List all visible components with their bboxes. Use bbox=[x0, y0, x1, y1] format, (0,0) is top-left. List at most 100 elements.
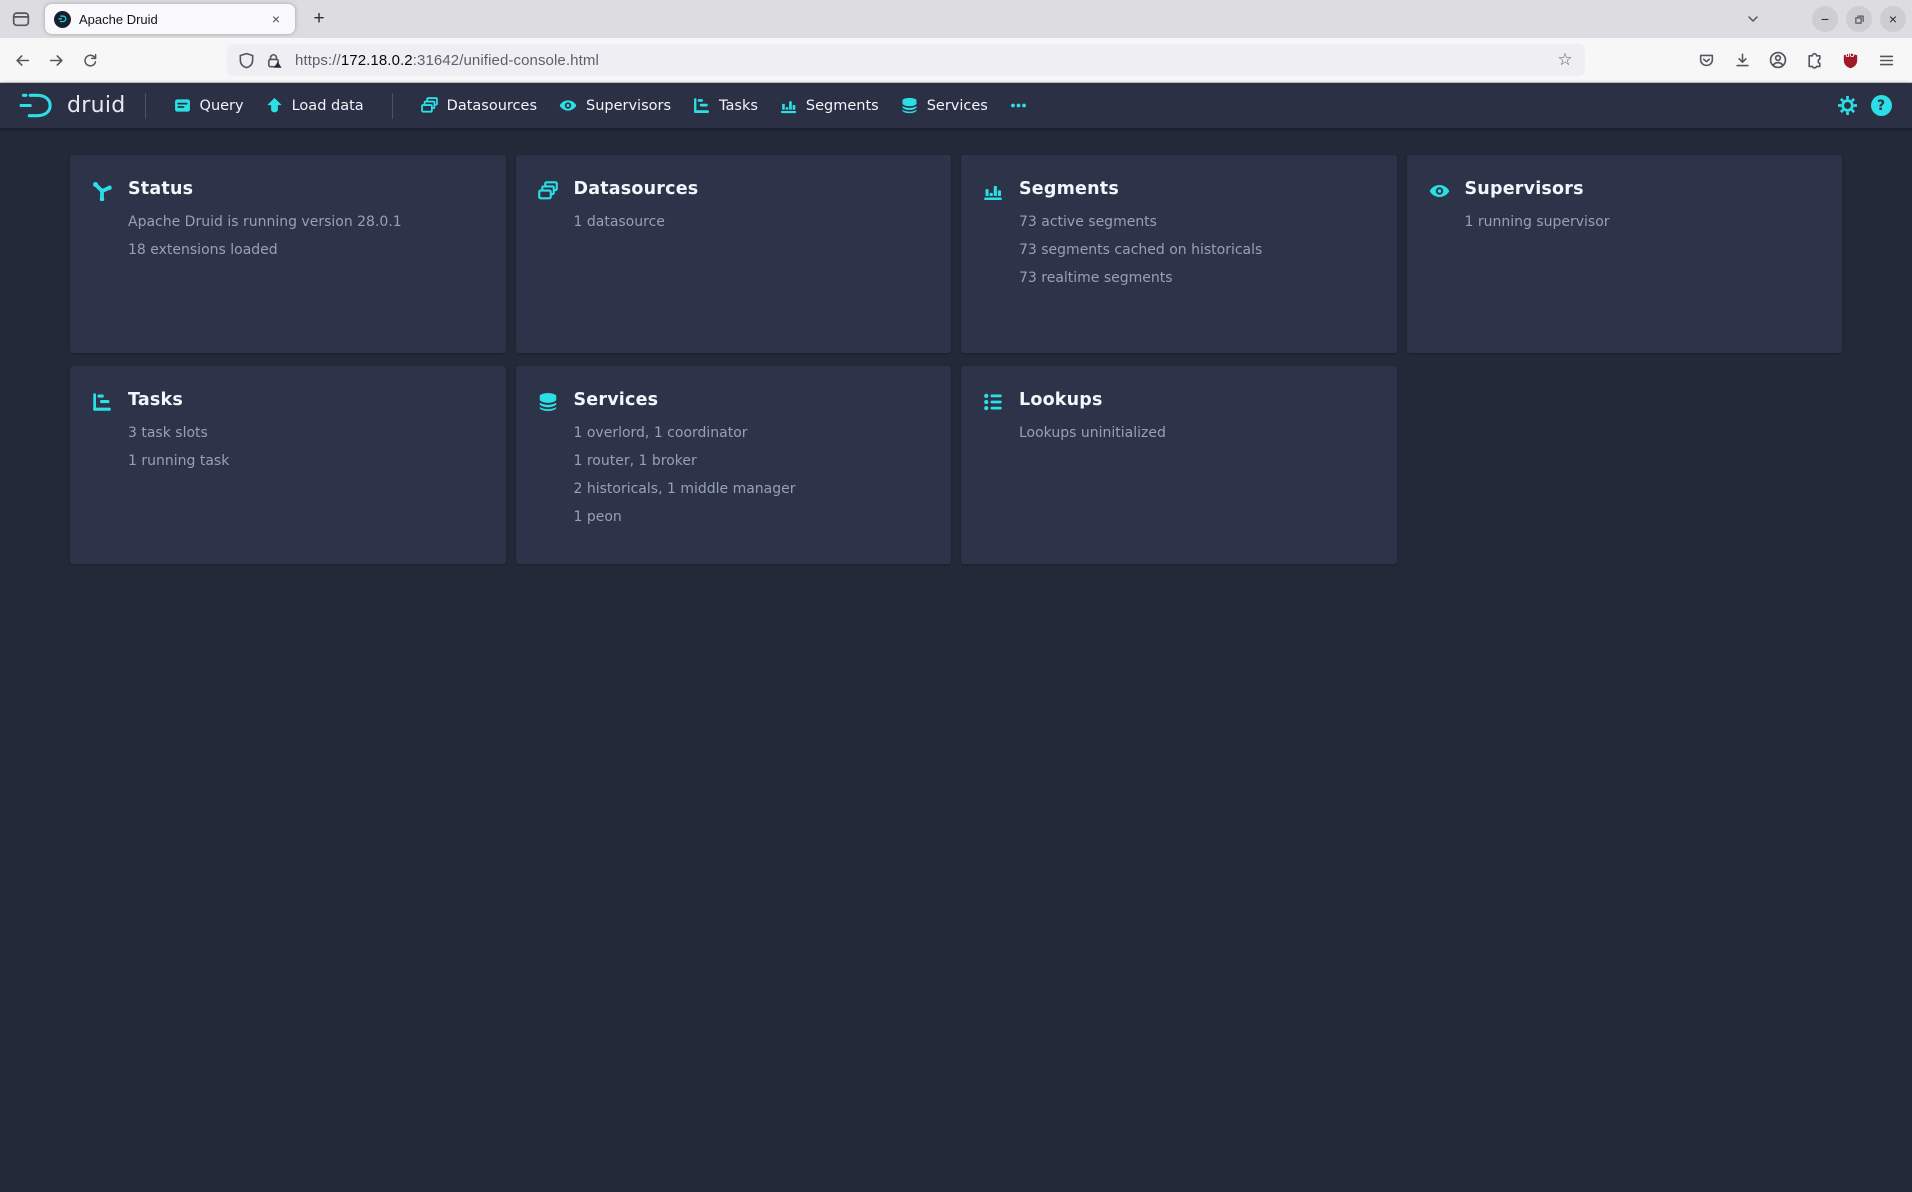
upload-arrow-icon bbox=[266, 97, 283, 114]
firefox-view-icon bbox=[12, 10, 30, 28]
lock-warning-icon[interactable] bbox=[260, 47, 287, 74]
card-content: Status Apache Druid is running version 2… bbox=[128, 179, 402, 329]
browser-toolbar: https://172.18.0.2:31642/unified-console… bbox=[0, 38, 1912, 83]
card-services[interactable]: Services 1 overlord, 1 coordinator 1 rou… bbox=[516, 366, 952, 564]
new-tab-button[interactable]: + bbox=[303, 3, 335, 35]
eye-icon bbox=[559, 97, 577, 114]
card-line: 1 datasource bbox=[574, 215, 699, 229]
nav-item-query[interactable]: Query bbox=[163, 83, 255, 128]
pocket-icon bbox=[1698, 52, 1715, 69]
settings-button[interactable] bbox=[1830, 89, 1864, 123]
card-line: 18 extensions loaded bbox=[128, 243, 402, 257]
nav-more-button[interactable] bbox=[999, 83, 1038, 128]
list-tabs-button[interactable] bbox=[1738, 4, 1768, 34]
menu-button[interactable] bbox=[1869, 43, 1903, 77]
card-line: 1 overlord, 1 coordinator bbox=[574, 426, 796, 440]
properties-list-icon bbox=[983, 392, 1003, 540]
card-title: Tasks bbox=[128, 390, 229, 410]
forward-icon bbox=[48, 52, 65, 69]
reload-button[interactable] bbox=[73, 43, 107, 77]
card-line: Apache Druid is running version 28.0.1 bbox=[128, 215, 402, 229]
pocket-button[interactable] bbox=[1689, 43, 1723, 77]
url-bar[interactable]: https://172.18.0.2:31642/unified-console… bbox=[227, 44, 1585, 76]
firefox-view-button[interactable] bbox=[6, 4, 36, 34]
download-icon bbox=[1734, 52, 1751, 69]
multi-select-icon bbox=[421, 97, 438, 114]
nav-item-services[interactable]: Services bbox=[890, 83, 999, 128]
nav-item-label: Datasources bbox=[447, 98, 537, 114]
gantt-chart-icon bbox=[92, 392, 112, 540]
window-close-button[interactable]: × bbox=[1880, 6, 1906, 32]
card-line: 73 active segments bbox=[1019, 215, 1262, 229]
card-datasources[interactable]: Datasources 1 datasource bbox=[516, 155, 952, 353]
extensions-puzzle-icon bbox=[1806, 52, 1823, 69]
druid-logo-icon bbox=[16, 89, 60, 122]
nav-item-load-data[interactable]: Load data bbox=[255, 83, 375, 128]
druid-navbar: druid Query Load data bbox=[0, 83, 1912, 128]
grouped-bar-chart-icon bbox=[983, 181, 1003, 329]
card-content: Tasks 3 task slots 1 running task bbox=[128, 390, 229, 540]
bookmark-star-icon[interactable]: ☆ bbox=[1551, 46, 1579, 74]
forward-button[interactable] bbox=[39, 43, 73, 77]
card-line: 73 segments cached on historicals bbox=[1019, 243, 1262, 257]
account-icon bbox=[1769, 51, 1787, 69]
back-icon bbox=[14, 52, 31, 69]
grouped-bar-chart-icon bbox=[780, 97, 797, 114]
druid-brand[interactable]: druid bbox=[14, 89, 128, 122]
back-button[interactable] bbox=[5, 43, 39, 77]
card-supervisors[interactable]: Supervisors 1 running supervisor bbox=[1407, 155, 1843, 353]
more-dots-icon bbox=[1010, 97, 1027, 114]
tab-title: Apache Druid bbox=[79, 12, 266, 27]
nav-item-label: Load data bbox=[292, 98, 364, 114]
window-close-icon: × bbox=[1889, 12, 1897, 26]
eye-icon bbox=[1429, 181, 1449, 329]
card-line: 1 running supervisor bbox=[1465, 215, 1610, 229]
card-title: Supervisors bbox=[1465, 179, 1610, 199]
url-domain: 172.18.0.2 bbox=[341, 52, 413, 69]
browser-tab-apache-druid[interactable]: Apache Druid × bbox=[45, 4, 295, 34]
nav-item-label: Services bbox=[927, 98, 988, 114]
nav-item-datasources[interactable]: Datasources bbox=[410, 83, 548, 128]
card-line: 1 running task bbox=[128, 454, 229, 468]
window-minimize-button[interactable]: − bbox=[1812, 6, 1838, 32]
nav-item-label: Tasks bbox=[719, 98, 758, 114]
account-button[interactable] bbox=[1761, 43, 1795, 77]
card-tasks[interactable]: Tasks 3 task slots 1 running task bbox=[70, 366, 506, 564]
card-segments[interactable]: Segments 73 active segments 73 segments … bbox=[961, 155, 1397, 353]
card-status[interactable]: Status Apache Druid is running version 2… bbox=[70, 155, 506, 353]
nav-item-tasks[interactable]: Tasks bbox=[682, 83, 769, 128]
downloads-button[interactable] bbox=[1725, 43, 1759, 77]
gantt-chart-icon bbox=[693, 97, 710, 114]
tab-close-icon[interactable]: × bbox=[266, 9, 286, 29]
card-title: Lookups bbox=[1019, 390, 1166, 410]
card-content: Segments 73 active segments 73 segments … bbox=[1019, 179, 1262, 329]
window-restore-button[interactable] bbox=[1846, 6, 1872, 32]
card-title: Status bbox=[128, 179, 402, 199]
druid-favicon bbox=[54, 11, 71, 28]
database-icon bbox=[901, 97, 918, 114]
card-content: Datasources 1 datasource bbox=[574, 179, 699, 329]
nav-item-segments[interactable]: Segments bbox=[769, 83, 890, 128]
card-line: 1 peon bbox=[574, 510, 796, 524]
tracking-protection-shield-icon[interactable] bbox=[233, 47, 260, 74]
card-title: Services bbox=[574, 390, 796, 410]
toolbar-right-cluster: uO bbox=[1687, 43, 1907, 77]
extensions-button[interactable] bbox=[1797, 43, 1831, 77]
multi-select-icon bbox=[538, 181, 558, 329]
database-icon bbox=[538, 392, 558, 540]
nav-item-supervisors[interactable]: Supervisors bbox=[548, 83, 682, 128]
card-title: Datasources bbox=[574, 179, 699, 199]
help-button[interactable]: ? bbox=[1864, 89, 1898, 123]
nav-item-label: Segments bbox=[806, 98, 879, 114]
navbar-divider bbox=[392, 93, 393, 119]
card-lookups[interactable]: Lookups Lookups uninitialized bbox=[961, 366, 1397, 564]
druid-wordmark: druid bbox=[67, 93, 126, 118]
ublock-origin-shield-icon bbox=[1842, 52, 1859, 69]
card-line: 1 router, 1 broker bbox=[574, 454, 796, 468]
druid-console: druid Query Load data bbox=[0, 83, 1912, 1192]
hamburger-menu-icon bbox=[1878, 52, 1895, 69]
console-icon bbox=[174, 97, 191, 114]
graph-icon bbox=[92, 181, 112, 329]
ublock-origin-button[interactable]: uO bbox=[1833, 43, 1867, 77]
card-line: 2 historicals, 1 middle manager bbox=[574, 482, 796, 496]
